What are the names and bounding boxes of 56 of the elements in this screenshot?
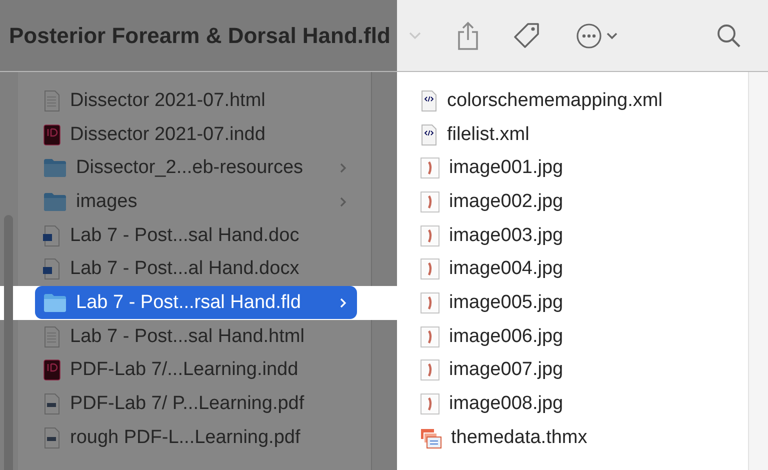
- theme-file-icon: [420, 426, 442, 449]
- file-list-item[interactable]: Lab 7 - Post...rsal Hand.fld: [35, 286, 357, 320]
- code-file-icon: [420, 124, 438, 146]
- file-list-item[interactable]: image008.jpg: [420, 387, 748, 421]
- file-list-item[interactable]: rough PDF-L...Learning.pdf: [35, 421, 357, 454]
- document-icon: [43, 426, 61, 449]
- file-list-item[interactable]: PDF-Lab 7/ P...Learning.pdf: [35, 388, 357, 421]
- chevron-right-icon: [339, 162, 347, 174]
- image-thumbnail-icon: [420, 393, 440, 416]
- file-list-item[interactable]: images: [35, 185, 357, 218]
- folder-icon: [43, 158, 67, 178]
- document-icon: [43, 359, 61, 382]
- image-thumbnail-icon: [420, 359, 440, 382]
- file-list-item[interactable]: PDF-Lab 7/...Learning.indd: [35, 354, 357, 387]
- file-list-item[interactable]: colorschememapping.xml: [420, 84, 748, 118]
- window-title: Posterior Forearm & Dorsal Hand.fld: [9, 22, 390, 48]
- image-thumbnail-icon: [420, 326, 440, 348]
- file-list-item[interactable]: themedata.thmx: [420, 420, 748, 455]
- document-icon: [43, 124, 61, 146]
- image-thumbnail-icon: [420, 157, 440, 180]
- code-file-icon: [420, 90, 438, 112]
- file-list-item[interactable]: Dissector 2021-07.html: [35, 84, 357, 118]
- search-button[interactable]: [716, 22, 742, 48]
- share-button[interactable]: [456, 20, 480, 50]
- file-list-item[interactable]: filelist.xml: [420, 118, 748, 152]
- file-list-item[interactable]: image002.jpg: [420, 185, 748, 219]
- file-list-item[interactable]: image005.jpg: [420, 286, 748, 320]
- file-list-item[interactable]: Dissector_2...eb-resources: [35, 152, 357, 185]
- more-icon: [576, 22, 602, 48]
- document-icon: [43, 224, 61, 247]
- scrollbar-thumb[interactable]: [4, 215, 13, 470]
- file-list-item[interactable]: Lab 7 - Post...al Hand.docx: [35, 252, 357, 286]
- file-list-item[interactable]: Dissector 2021-07.indd: [35, 118, 357, 152]
- image-thumbnail-icon: [420, 292, 440, 314]
- search-icon: [716, 22, 742, 48]
- chevron-right-icon: [339, 196, 347, 208]
- document-icon: [43, 326, 61, 348]
- file-list-item[interactable]: image003.jpg: [420, 218, 748, 252]
- folder-icon: [43, 192, 67, 212]
- file-list-item[interactable]: image007.jpg: [420, 354, 748, 388]
- folder-icon: [43, 292, 67, 313]
- more-actions-button[interactable]: [576, 22, 618, 48]
- file-list-item[interactable]: image004.jpg: [420, 252, 748, 286]
- image-thumbnail-icon: [420, 224, 440, 247]
- image-thumbnail-icon: [420, 258, 440, 280]
- chevron-down-icon: [606, 32, 618, 40]
- image-thumbnail-icon: [420, 190, 440, 213]
- document-icon: [43, 393, 61, 416]
- file-list-item[interactable]: Lab 7 - Post...sal Hand.html: [35, 320, 357, 354]
- share-icon: [456, 20, 480, 50]
- file-list-item[interactable]: Lab 7 - Post...sal Hand.doc: [35, 219, 357, 252]
- chevron-right-icon: [339, 296, 347, 309]
- file-list-item[interactable]: image001.jpg: [420, 151, 748, 186]
- file-list-item[interactable]: image006.jpg: [420, 320, 748, 354]
- document-icon: [43, 90, 61, 112]
- document-icon: [43, 258, 61, 280]
